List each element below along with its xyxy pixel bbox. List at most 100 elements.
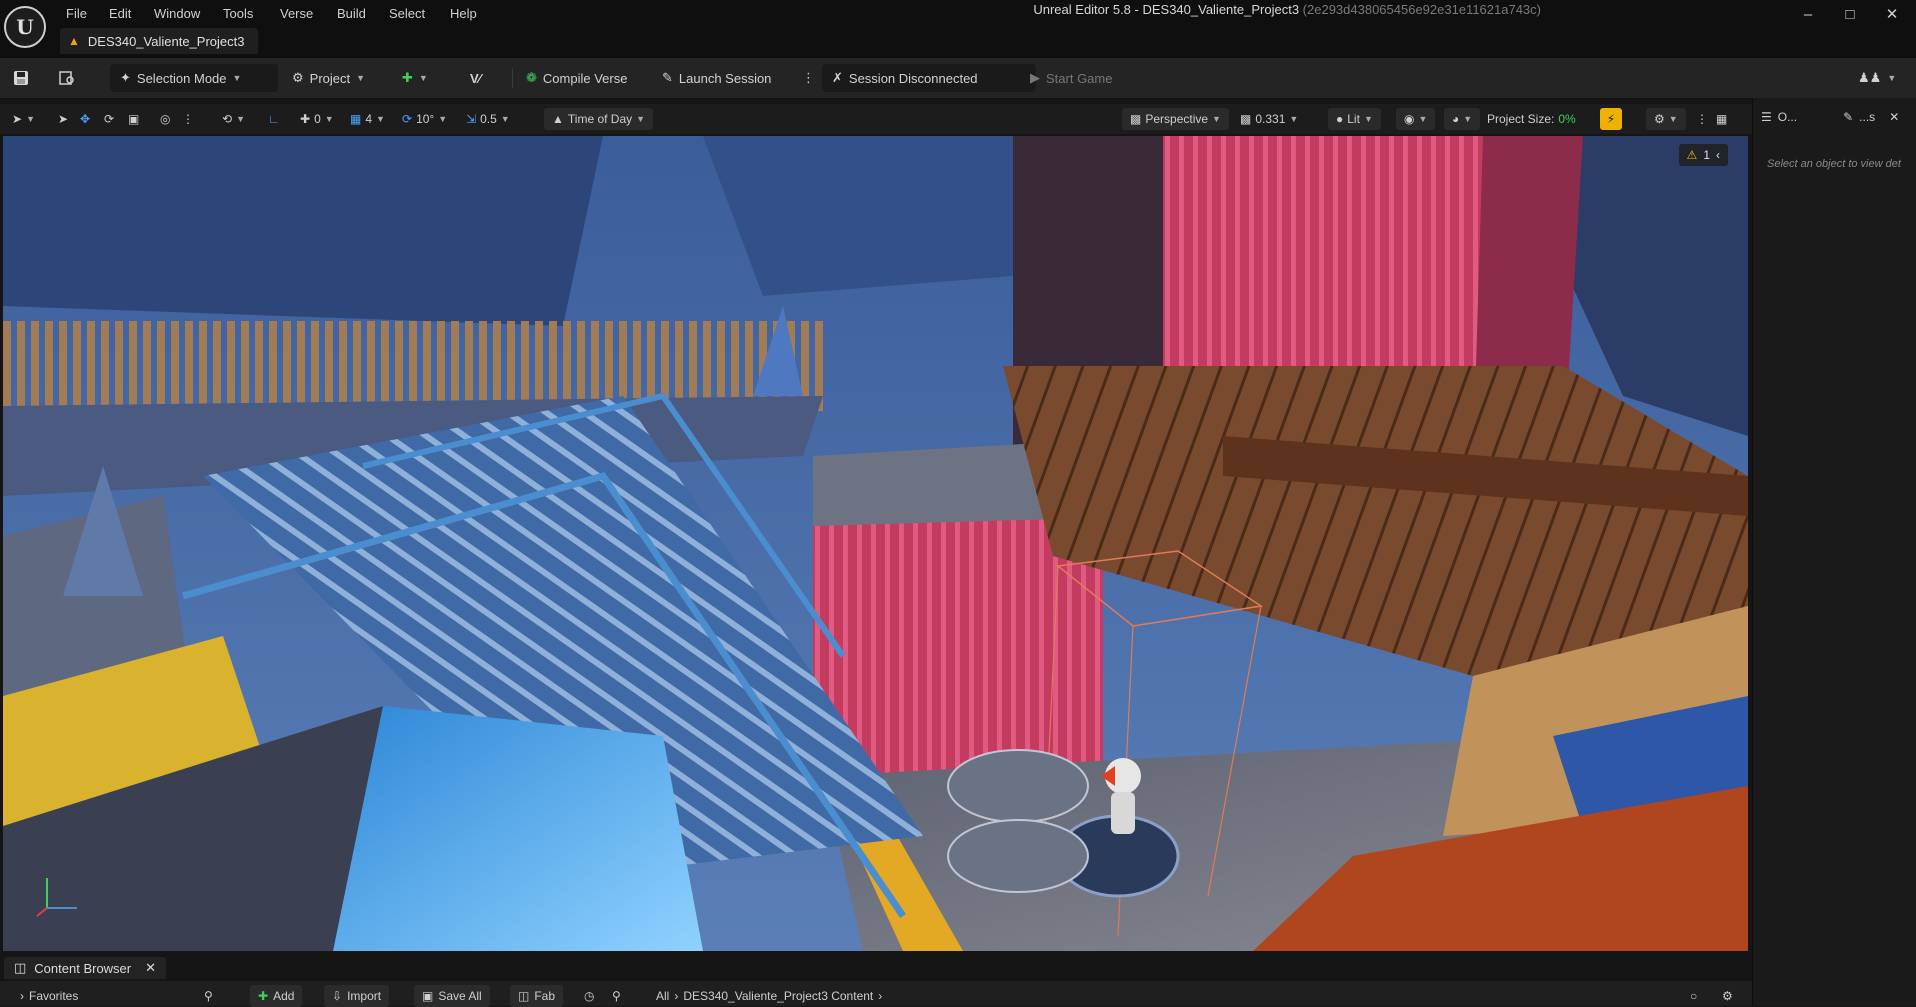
menu-tools[interactable]: Tools (223, 5, 253, 23)
grid-snap-dropdown[interactable]: ▦ 4 ▼ (350, 108, 385, 130)
launch-session-icon: ✎ (662, 70, 673, 85)
title-bar: U File Edit Window Tools Verse Build Sel… (0, 0, 1916, 58)
show-flags-dropdown[interactable]: ◉ ▼ (1396, 108, 1436, 130)
select-arrow-icon[interactable]: ➤ (58, 108, 68, 130)
viewport-warning-badge[interactable]: ⚠ 1 ‹ (1678, 144, 1728, 166)
scene-render (3, 136, 1748, 951)
add-label: Add (273, 989, 295, 1003)
tab-details[interactable]: ...s (1859, 110, 1875, 124)
details-pencil-icon: ✎ (1843, 110, 1854, 124)
import-button[interactable]: ⇩ Import (324, 985, 390, 1007)
settings-gear-icon[interactable]: ⚙ (1722, 985, 1733, 1007)
chevron-down-icon: ▼ (26, 114, 35, 124)
history-icon[interactable]: ◷ (584, 985, 594, 1007)
view-mode-dropdown[interactable]: ● Lit ▼ (1328, 108, 1381, 130)
menu-file[interactable]: File (66, 5, 87, 23)
surface-snap-dropdown[interactable]: ⟲ ▼ (222, 108, 245, 130)
chevron-right-icon: › (674, 989, 679, 1003)
chevron-down-icon: ▼ (1363, 114, 1373, 124)
launch-session-label: Launch Session (678, 70, 772, 86)
select-tool-dropdown[interactable]: ➤ ▼ (12, 108, 35, 130)
browse-button[interactable] (56, 64, 78, 92)
save-all-button[interactable]: ▣ Save All (414, 985, 490, 1007)
chevron-down-icon: ▼ (500, 114, 510, 124)
project-size-label: Project Size: (1487, 112, 1555, 126)
launch-session-button[interactable]: ✎ Launch Session (662, 64, 771, 92)
project-dropdown[interactable]: ⚙ Project ▼ (292, 64, 365, 92)
viewport-toolbar: ➤ ▼ ➤ ✥ ⟳ ▣ ◎ ⋮ ⟲ ▼ ∟ ✚ 0 ▼ ▦ 4 ▼ ⟳ 10° ▼ … (0, 104, 1752, 134)
collaboration-dropdown[interactable]: ♟♟ ▼ (1858, 64, 1896, 92)
camera-speed-dropdown[interactable]: ▩ 0.331 ▼ (1240, 108, 1298, 130)
viewport-more-icon[interactable]: ⋮ (182, 108, 194, 130)
snap-toggle-icon[interactable]: ∟ (268, 108, 280, 130)
favorites-toggle[interactable]: › Favorites (20, 985, 78, 1007)
search-icon[interactable]: ⚲ (204, 985, 213, 1007)
breadcrumb-content[interactable]: DES340_Valiente_Project3 Content (683, 989, 873, 1003)
viewport-settings-dropdown[interactable]: ⚙ ▼ (1646, 108, 1686, 130)
angle-snap-value: 10° (416, 112, 435, 126)
unreal-logo-icon[interactable]: U (4, 6, 46, 48)
add-button[interactable]: ✚ Add (250, 985, 303, 1007)
menu-window[interactable]: Window (154, 5, 200, 23)
perspective-dropdown[interactable]: ▩ Perspective ▼ (1122, 108, 1229, 130)
maximize-icon[interactable]: □ (1830, 4, 1870, 26)
chevron-down-icon: ▼ (1668, 114, 1678, 124)
project-tab[interactable]: ▲ DES340_Valiente_Project3 (60, 28, 259, 54)
filter-icon[interactable]: ⚲ (612, 985, 621, 1007)
viewport-options-icon[interactable]: ⋮ (1696, 108, 1708, 130)
scale-snap-icon: ⇲ (466, 112, 477, 126)
menu-build[interactable]: Build (337, 5, 366, 23)
scale-snap-dropdown[interactable]: ⇲ 0.5 ▼ (466, 108, 510, 130)
start-game-button[interactable]: ▶ Start Game (1030, 64, 1112, 92)
window-title-hash: (2e293d438065456e92e31e11621a743c) (1302, 2, 1541, 17)
more-options-icon[interactable]: ⋮ (802, 64, 815, 92)
menu-edit[interactable]: Edit (109, 5, 131, 23)
save-button[interactable] (10, 64, 32, 92)
camera-icon: ▩ (1130, 112, 1142, 126)
tab-outliner[interactable]: O... (1778, 110, 1797, 124)
warning-icon: ⚠ (1686, 148, 1698, 162)
details-empty-hint: Select an object to view det (1767, 158, 1901, 170)
scale-icon[interactable]: ▣ (128, 108, 139, 130)
fab-label: Fab (534, 989, 556, 1003)
breadcrumb-all[interactable]: All (656, 989, 669, 1003)
rotate-icon[interactable]: ⟳ (104, 108, 114, 130)
menu-verse[interactable]: Verse (280, 5, 313, 23)
verse-button[interactable]: V⁄ (470, 64, 481, 92)
performance-dropdown[interactable]: ◕ ▼ (1444, 108, 1481, 130)
world-space-icon[interactable]: ◎ (160, 108, 170, 130)
project-tab-label: DES340_Valiente_Project3 (87, 33, 245, 49)
selection-mode-label: Selection Mode (136, 70, 227, 86)
main-toolbar: ✦ Selection Mode ▼ ⚙ Project ▼ ✚ ▼ V⁄ ❁ … (0, 58, 1916, 99)
close-tab-icon[interactable]: ✕ (1889, 110, 1899, 124)
chevron-left-icon: ‹ (1716, 148, 1720, 162)
import-icon: ⇩ (332, 989, 343, 1003)
compile-verse-button[interactable]: ❁ Compile Verse (526, 64, 627, 92)
angle-snap-dropdown[interactable]: ⟳ 10° ▼ (402, 108, 447, 130)
add-content-dropdown[interactable]: ✚ ▼ (402, 64, 428, 92)
close-tab-icon[interactable]: ✕ (145, 960, 156, 976)
menu-help[interactable]: Help (450, 5, 477, 23)
minimize-icon[interactable]: – (1788, 4, 1828, 26)
folder-icon: ◫ (14, 960, 27, 975)
session-status[interactable]: ✗ Session Disconnected (822, 64, 1036, 92)
eye-icon: ◉ (1404, 112, 1415, 126)
fab-icon: ◫ (518, 989, 530, 1003)
chevron-down-icon: ▼ (636, 114, 646, 124)
chevron-down-icon: ▼ (1463, 114, 1473, 124)
time-of-day-dropdown[interactable]: ▲ Time of Day ▼ (544, 108, 654, 130)
viewport-layout-icon[interactable]: ▦ (1716, 108, 1727, 130)
selection-mode-dropdown[interactable]: ✦ Selection Mode ▼ (110, 64, 278, 92)
rotation-snap-dropdown[interactable]: ✚ 0 ▼ (300, 108, 334, 130)
close-window-icon[interactable]: ✕ (1872, 4, 1912, 26)
translate-icon[interactable]: ✥ (80, 108, 90, 130)
add-icon: ✚ (258, 989, 269, 1003)
camera-speed-icon: ▩ (1240, 112, 1252, 126)
lock-icon[interactable]: ○ (1690, 985, 1697, 1007)
content-browser-tab[interactable]: ◫ Content Browser ✕ (4, 957, 167, 979)
realtime-lightning-icon[interactable]: ⚡ (1600, 108, 1622, 130)
level-viewport[interactable]: ⚠ 1 ‹ (3, 136, 1748, 951)
selection-mode-icon: ✦ (120, 70, 131, 85)
menu-select[interactable]: Select (389, 5, 425, 23)
fab-button[interactable]: ◫ Fab (510, 985, 564, 1007)
